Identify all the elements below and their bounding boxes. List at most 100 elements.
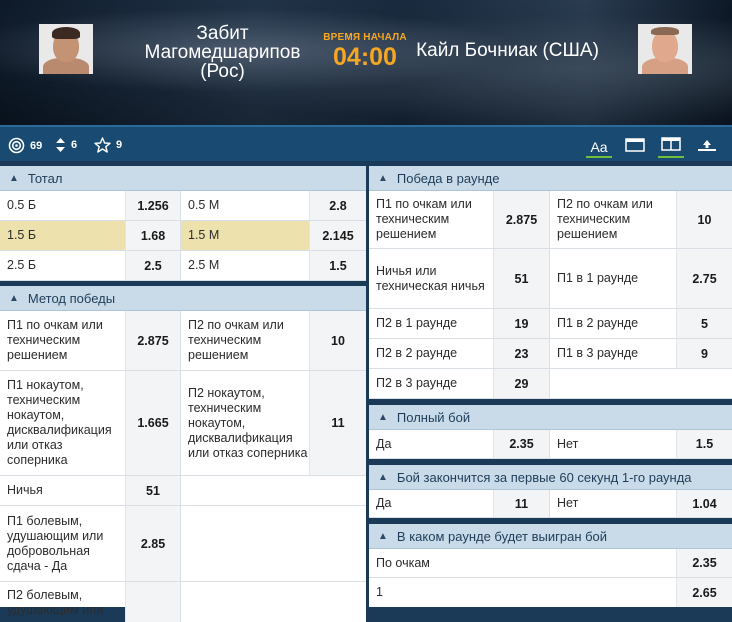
bet-label[interactable]: 2.5 Б [0, 251, 126, 280]
font-size-icon: Aa [590, 139, 608, 155]
sort-count: 6 [71, 139, 78, 151]
section-title: Тотал [27, 170, 63, 186]
bet-odd[interactable]: 9 [677, 339, 732, 368]
bet-label[interactable]: П2 в 3 раунде [369, 369, 494, 398]
bet-label[interactable]: 2.5 М [181, 251, 310, 280]
bet-odd[interactable]: 2.35 [494, 430, 550, 458]
bet-odd[interactable]: 1.04 [677, 490, 732, 517]
two-column-icon [661, 137, 681, 151]
bet-label[interactable]: П2 в 1 раунде [369, 309, 494, 338]
two-column-button[interactable] [658, 132, 684, 158]
round-win-rows: П1 по очкам или техническим решением 2.8… [369, 191, 732, 399]
sort-filter[interactable]: 6 [55, 137, 77, 153]
round-win-section-header[interactable]: ▲ Победа в раунде [369, 166, 732, 191]
event-banner: Забит Магомедшарипов (Рос) ВРЕМЯ НАЧАЛА … [0, 0, 732, 125]
fighter1-photo [39, 24, 93, 74]
bet-label[interactable]: П2 болевым, удушающим или [0, 582, 126, 622]
bet-label[interactable]: Да [369, 490, 494, 517]
which-round-row: 1 2.65 [369, 578, 732, 607]
bet-label[interactable]: 1.5 Б [0, 221, 126, 250]
bet-label[interactable]: П1 по очкам или техническим решением [369, 191, 494, 248]
bet-odd[interactable]: 2.75 [677, 249, 732, 308]
bet-odd[interactable]: 1.68 [126, 221, 181, 250]
total-row: 0.5 Б 1.256 0.5 М 2.8 [0, 191, 366, 221]
bet-odd[interactable]: 51 [126, 476, 181, 505]
which-round-row: По очкам 2.35 [369, 549, 732, 578]
bet-odd[interactable]: 11 [310, 371, 366, 475]
start-time: 04:00 [333, 43, 397, 71]
section-title: Победа в раунде [396, 170, 500, 186]
bet-odd[interactable]: 51 [494, 249, 550, 308]
bet-label[interactable]: П2 по очкам или техническим решением [181, 311, 310, 370]
bet-label[interactable]: 0.5 Б [0, 191, 126, 220]
total-row: 1.5 Б 1.68 1.5 М 2.145 [0, 221, 366, 251]
bet-odd[interactable]: 5 [677, 309, 732, 338]
method-row: П2 болевым, удушающим или [0, 582, 366, 622]
bet-odd[interactable]: 10 [310, 311, 366, 370]
chevron-up-icon: ▲ [378, 471, 388, 483]
font-size-button[interactable]: Aa [586, 132, 612, 158]
bet-label[interactable]: П1 в 3 раунде [550, 339, 677, 368]
bet-label[interactable]: П1 в 1 раунде [550, 249, 677, 308]
bet-odd[interactable]: 2.35 [677, 549, 732, 577]
empty-cell [181, 582, 366, 622]
total-section-header[interactable]: ▲ Тотал [0, 166, 366, 191]
bet-odd[interactable]: 1.5 [677, 430, 732, 458]
bet-odd[interactable]: 2.875 [126, 311, 181, 370]
bet-label[interactable]: П1 болевым, удушающим или добровольная с… [0, 506, 126, 581]
bet-odd[interactable]: 1.256 [126, 191, 181, 220]
bet-label[interactable]: 1.5 М [181, 221, 310, 250]
bet-odd[interactable]: 19 [494, 309, 550, 338]
collapse-all-button[interactable] [694, 132, 720, 158]
start-time-label: ВРЕМЯ НАЧАЛА [323, 32, 407, 43]
collapse-icon [698, 140, 716, 151]
bet-label[interactable]: 0.5 М [181, 191, 310, 220]
bet-odd[interactable]: 2.85 [126, 506, 181, 581]
bet-label[interactable]: Ничья [0, 476, 126, 505]
chevron-up-icon: ▲ [378, 530, 388, 542]
all-markets-filter[interactable]: 69 [8, 137, 42, 154]
bet-odd[interactable]: 1.665 [126, 371, 181, 475]
bet-odd[interactable]: 10 [677, 191, 732, 248]
bet-odd[interactable]: 2.145 [310, 221, 366, 250]
left-market-column: ▲ Тотал 0.5 Б 1.256 0.5 М 2.8 1.5 Б 1.68… [0, 166, 366, 622]
bet-label[interactable]: П1 по очкам или техническим решением [0, 311, 126, 370]
method-section-header[interactable]: ▲ Метод победы [0, 286, 366, 311]
bet-label[interactable]: 1 [369, 578, 677, 607]
bet-label[interactable]: П1 в 2 раунде [550, 309, 677, 338]
method-row: П1 по очкам или техническим решением 2.8… [0, 311, 366, 371]
bet-odd[interactable]: 23 [494, 339, 550, 368]
bet-odd[interactable]: 29 [494, 369, 550, 398]
bet-label[interactable]: П2 в 2 раунде [369, 339, 494, 368]
bet-odd[interactable]: 2.875 [494, 191, 550, 248]
round-win-row: П2 в 3 раунде 29 [369, 369, 732, 399]
bet-odd[interactable] [126, 582, 181, 622]
markets-count: 69 [30, 139, 43, 152]
section-title: Полный бой [396, 409, 471, 425]
which-round-section-header[interactable]: ▲ В каком раунде будет выигран бой [369, 524, 732, 549]
bet-label[interactable]: По очкам [369, 549, 677, 577]
section-title: Бой закончится за первые 60 секунд 1-го … [396, 469, 692, 485]
full-fight-section-header[interactable]: ▲ Полный бой [369, 405, 732, 430]
round-win-row: Ничья или техническая ничья 51 П1 в 1 ра… [369, 249, 732, 309]
bet-label[interactable]: Нет [550, 490, 677, 517]
bet-label[interactable]: Ничья или техническая ничья [369, 249, 494, 308]
bet-label[interactable]: П1 нокаутом, техническим нокаутом, дискв… [0, 371, 126, 475]
fighter1-name: Забит Магомедшарипов (Рос) [144, 23, 301, 82]
single-column-button[interactable] [622, 132, 648, 158]
bet-odd[interactable]: 2.65 [677, 578, 732, 607]
bet-label[interactable]: Нет [550, 430, 677, 458]
bet-label[interactable]: Да [369, 430, 494, 458]
bet-odd[interactable]: 2.5 [126, 251, 181, 280]
favorites-filter[interactable]: 9 [94, 137, 122, 153]
bet-odd[interactable]: 2.8 [310, 191, 366, 220]
bet-odd[interactable]: 11 [494, 490, 550, 517]
target-icon [8, 137, 25, 154]
bet-label[interactable]: П2 нокаутом, техническим нокаутом, дискв… [181, 371, 310, 475]
first60-section-header[interactable]: ▲ Бой закончится за первые 60 секунд 1-г… [369, 465, 732, 490]
empty-cell [181, 476, 366, 505]
method-row: П1 болевым, удушающим или добровольная с… [0, 506, 366, 582]
bet-odd[interactable]: 1.5 [310, 251, 366, 280]
first60-row: Да 11 Нет 1.04 [369, 490, 732, 518]
bet-label[interactable]: П2 по очкам или техническим решением [550, 191, 677, 248]
